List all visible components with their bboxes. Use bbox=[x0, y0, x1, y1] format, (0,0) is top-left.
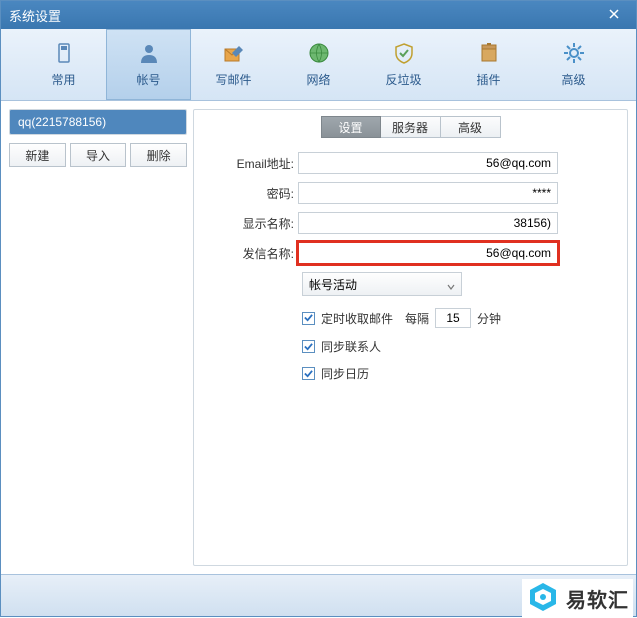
main-toolbar: 常用 帐号 写邮件 网络 反垃圾 bbox=[1, 29, 636, 101]
minutes-input[interactable] bbox=[435, 308, 471, 328]
checkbox-group: 定时收取邮件 每隔 分钟 同步联系人 bbox=[302, 308, 619, 382]
dropdown-label: 帐号活动 bbox=[309, 276, 357, 293]
spam-icon bbox=[392, 41, 416, 65]
new-account-button[interactable]: 新建 bbox=[9, 143, 66, 167]
account-row[interactable]: qq(2215788156) bbox=[10, 110, 186, 134]
display-name-input[interactable] bbox=[298, 212, 558, 234]
password-input[interactable] bbox=[298, 182, 558, 204]
email-label: Email地址: bbox=[202, 155, 298, 172]
window-title: 系统设置 bbox=[9, 6, 61, 25]
body-area: qq(2215788156) 新建 导入 删除 设置 服务器 高级 bbox=[1, 101, 636, 574]
tool-spam-label: 反垃圾 bbox=[385, 71, 421, 88]
account-label: qq(2215788156) bbox=[18, 115, 106, 129]
watermark-logo-icon bbox=[526, 581, 560, 615]
tool-compose-label: 写邮件 bbox=[215, 71, 251, 88]
sync-contacts-label: 同步联系人 bbox=[321, 338, 381, 355]
check-icon bbox=[304, 340, 313, 354]
minutes-unit: 分钟 bbox=[477, 310, 501, 327]
account-activity-dropdown[interactable]: 帐号活动 bbox=[302, 272, 462, 296]
tool-advanced-label: 高级 bbox=[561, 71, 585, 88]
account-list[interactable]: qq(2215788156) bbox=[9, 109, 187, 135]
close-button[interactable] bbox=[600, 5, 628, 25]
subtab-advanced[interactable]: 高级 bbox=[441, 116, 501, 138]
chevron-down-icon bbox=[447, 280, 455, 288]
every-label: 每隔 bbox=[405, 310, 429, 327]
settings-window: 系统设置 常用 帐号 写邮件 bbox=[0, 0, 637, 617]
fetch-label: 定时收取邮件 bbox=[321, 310, 393, 327]
tool-compose[interactable]: 写邮件 bbox=[191, 29, 276, 100]
import-account-button[interactable]: 导入 bbox=[70, 143, 127, 167]
subtabs: 设置 服务器 高级 bbox=[202, 116, 619, 138]
tool-plugin[interactable]: 插件 bbox=[446, 29, 531, 100]
sync-calendar-label: 同步日历 bbox=[321, 365, 369, 382]
sync-calendar-checkbox[interactable] bbox=[302, 367, 315, 380]
subtab-server[interactable]: 服务器 bbox=[381, 116, 441, 138]
subtab-settings[interactable]: 设置 bbox=[321, 116, 381, 138]
settings-panel: 设置 服务器 高级 Email地址: 密码: 显示名称: bbox=[193, 109, 628, 566]
titlebar: 系统设置 bbox=[1, 1, 636, 29]
account-icon bbox=[137, 41, 161, 65]
display-name-label: 显示名称: bbox=[202, 215, 298, 232]
tool-advanced[interactable]: 高级 bbox=[531, 29, 616, 100]
compose-icon bbox=[222, 41, 246, 65]
account-form: Email地址: 密码: 显示名称: 发信名称: bbox=[202, 152, 619, 264]
tool-account-label: 帐号 bbox=[136, 71, 160, 88]
fetch-checkbox[interactable] bbox=[302, 312, 315, 325]
tool-plugin-label: 插件 bbox=[476, 71, 500, 88]
check-icon bbox=[304, 311, 313, 325]
watermark: 易软汇 bbox=[522, 579, 633, 617]
watermark-text: 易软汇 bbox=[566, 584, 629, 613]
email-input[interactable] bbox=[298, 152, 558, 174]
network-icon bbox=[307, 41, 331, 65]
tool-common-label: 常用 bbox=[51, 71, 75, 88]
tool-network[interactable]: 网络 bbox=[276, 29, 361, 100]
check-icon bbox=[304, 367, 313, 381]
tool-spam[interactable]: 反垃圾 bbox=[361, 29, 446, 100]
common-icon bbox=[52, 41, 76, 65]
password-label: 密码: bbox=[202, 185, 298, 202]
plugin-icon bbox=[477, 41, 501, 65]
tool-common[interactable]: 常用 bbox=[21, 29, 106, 100]
sender-name-label: 发信名称: bbox=[202, 245, 298, 262]
account-buttons: 新建 导入 删除 bbox=[9, 143, 187, 167]
sync-contacts-checkbox[interactable] bbox=[302, 340, 315, 353]
tool-account[interactable]: 帐号 bbox=[106, 29, 191, 100]
delete-account-button[interactable]: 删除 bbox=[130, 143, 187, 167]
close-icon bbox=[609, 8, 619, 22]
tool-network-label: 网络 bbox=[306, 71, 330, 88]
advanced-icon bbox=[562, 41, 586, 65]
sender-name-input[interactable] bbox=[298, 242, 558, 264]
